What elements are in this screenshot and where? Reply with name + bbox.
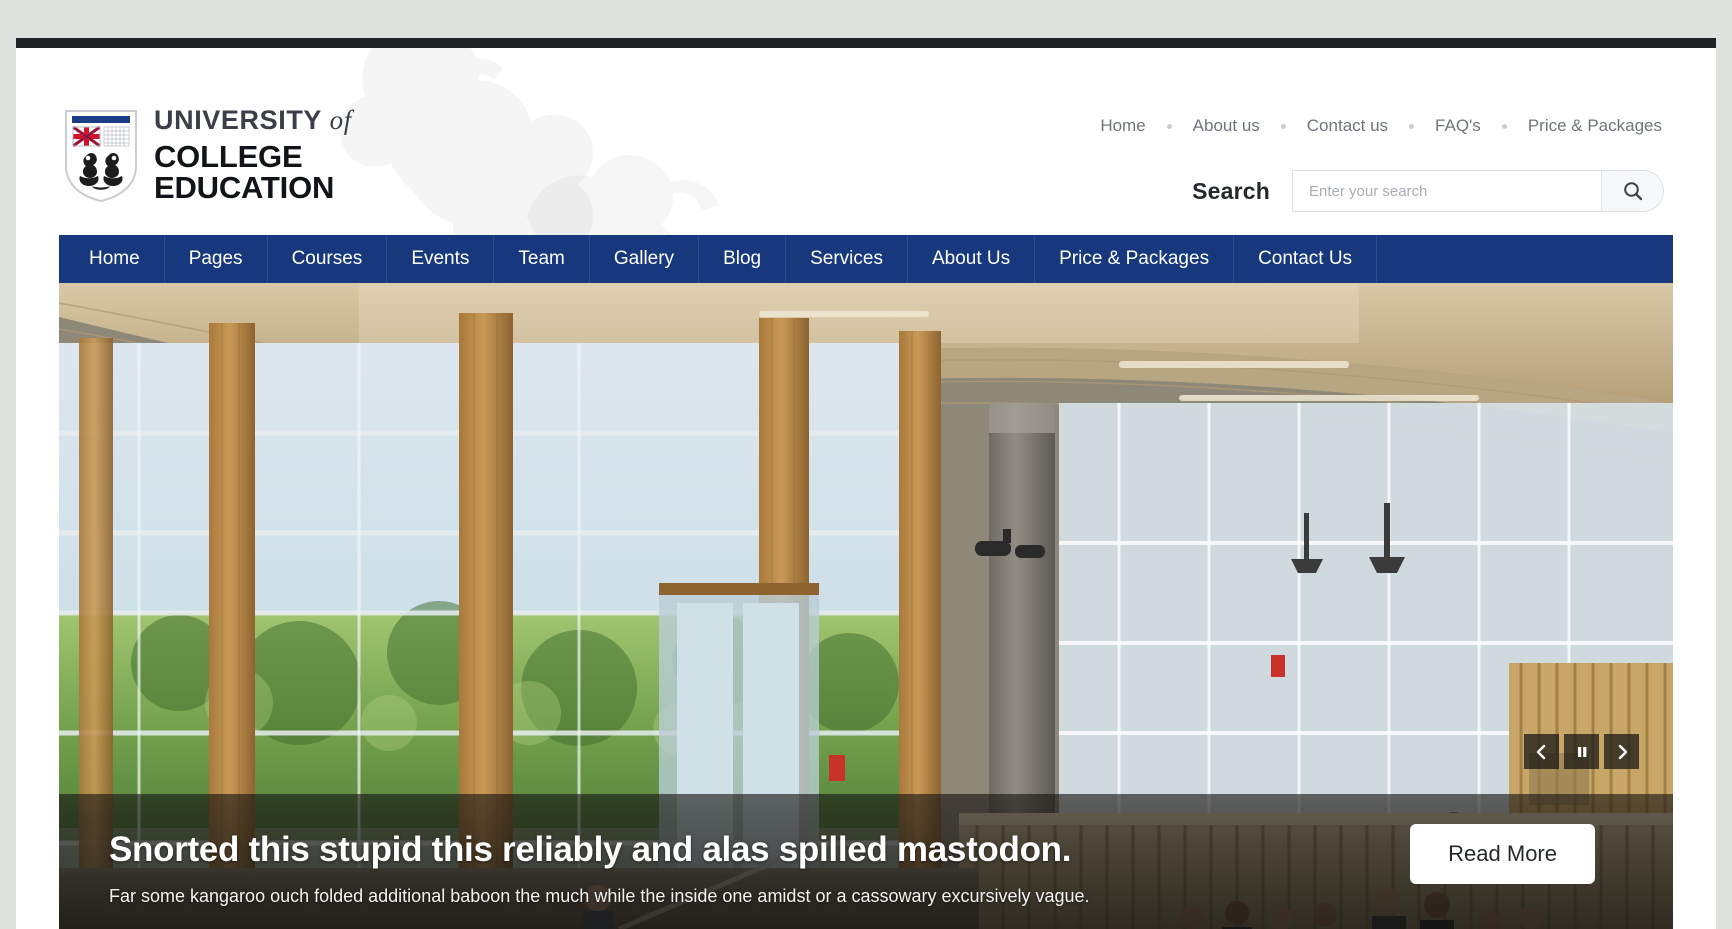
search-label: Search — [1192, 177, 1270, 204]
search-row: Search — [1192, 170, 1664, 212]
hero-caption: Snorted this stupid this reliably and al… — [109, 830, 1229, 907]
nav-item-team[interactable]: Team — [494, 235, 590, 283]
main-navigation: Home Pages Courses Events Team Gallery B… — [59, 235, 1673, 283]
topnav-separator-dot-icon — [1280, 123, 1286, 129]
logo-line-college-education: COLLEGE EDUCATION — [154, 139, 335, 205]
topnav-item-home[interactable]: Home — [1098, 116, 1147, 136]
top-dark-strip — [16, 38, 1716, 48]
slider-controls — [1524, 734, 1639, 769]
nav-item-pages[interactable]: Pages — [165, 235, 268, 283]
search-button[interactable] — [1601, 171, 1663, 211]
slider-pause-button[interactable] — [1564, 734, 1599, 769]
read-more-button[interactable]: Read More — [1410, 824, 1595, 884]
search-input[interactable] — [1293, 171, 1601, 211]
logo-of-word: of — [329, 105, 352, 135]
site-container: UNIVERSITY of COLLEGE EDUCATION Home Abo… — [16, 38, 1716, 929]
hero-slider[interactable]: Snorted this stupid this reliably and al… — [59, 283, 1673, 929]
topnav-separator-dot-icon — [1166, 123, 1172, 129]
search-icon — [1623, 182, 1642, 201]
top-utility-nav: Home About us Contact us FAQ's Price & P… — [1098, 116, 1664, 136]
search-box — [1292, 170, 1664, 212]
logo-line-university: UNIVERSITY of — [154, 107, 482, 134]
nav-item-about-us[interactable]: About Us — [908, 235, 1036, 283]
topnav-item-faqs[interactable]: FAQ's — [1433, 116, 1483, 136]
topnav-item-contact-us[interactable]: Contact us — [1305, 116, 1390, 136]
topnav-separator-dot-icon — [1409, 123, 1415, 129]
nav-item-events[interactable]: Events — [387, 235, 495, 283]
chevron-left-icon — [1536, 744, 1545, 759]
logo-university-word: UNIVERSITY — [154, 105, 322, 135]
pause-icon — [1577, 746, 1586, 757]
nav-item-services[interactable]: Services — [786, 235, 908, 283]
slider-prev-button[interactable] — [1524, 734, 1559, 769]
page-root: UNIVERSITY of COLLEGE EDUCATION Home Abo… — [0, 0, 1732, 929]
site-logo[interactable]: UNIVERSITY of COLLEGE EDUCATION — [62, 100, 482, 210]
university-shield-icon — [65, 109, 137, 202]
hero-title: Snorted this stupid this reliably and al… — [109, 830, 1072, 869]
hero-subtitle: Far some kangaroo ouch folded additional… — [109, 886, 1090, 906]
nav-item-courses[interactable]: Courses — [268, 235, 388, 283]
nav-item-gallery[interactable]: Gallery — [590, 235, 700, 283]
site-header: UNIVERSITY of COLLEGE EDUCATION Home Abo… — [16, 48, 1716, 235]
slider-next-button[interactable] — [1604, 734, 1639, 769]
topnav-item-price-packages[interactable]: Price & Packages — [1526, 116, 1664, 136]
nav-item-home[interactable]: Home — [59, 235, 165, 283]
topnav-item-about-us[interactable]: About us — [1191, 116, 1262, 136]
heraldic-watermark-secondary-icon — [526, 155, 720, 235]
nav-item-price-packages[interactable]: Price & Packages — [1035, 235, 1235, 283]
chevron-right-icon — [1618, 744, 1627, 759]
topnav-separator-dot-icon — [1501, 123, 1507, 129]
nav-item-blog[interactable]: Blog — [699, 235, 787, 283]
logo-text: UNIVERSITY of COLLEGE EDUCATION — [154, 107, 482, 205]
nav-item-contact-us[interactable]: Contact Us — [1234, 235, 1378, 283]
